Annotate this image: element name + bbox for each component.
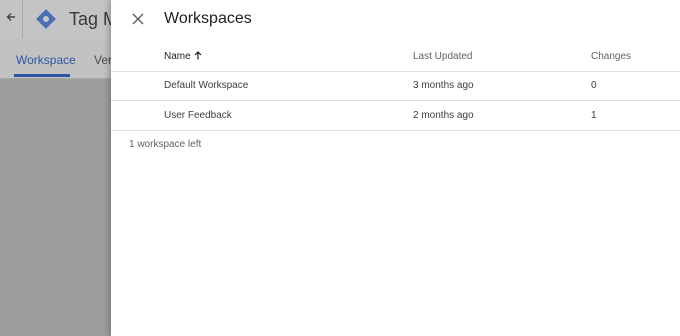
table-header: Name Last Updated Changes xyxy=(111,40,680,72)
panel-title: Workspaces xyxy=(164,10,252,27)
workspace-changes: 0 xyxy=(591,80,597,91)
tab-workspace[interactable]: Workspace xyxy=(16,53,76,67)
workspace-last-updated: 2 months ago xyxy=(413,110,474,121)
workspaces-panel: Workspaces Name Last Updated Changes Def… xyxy=(111,0,680,336)
header-divider xyxy=(22,0,23,38)
tab-active-indicator xyxy=(14,74,70,77)
tab-versions[interactable]: Ver xyxy=(94,53,112,67)
column-header-name-label: Name xyxy=(164,51,191,62)
workspace-name: User Feedback xyxy=(164,110,232,121)
column-header-name[interactable]: Name xyxy=(164,51,202,62)
table-row[interactable]: Default Workspace 3 months ago 0 xyxy=(111,71,680,101)
tag-manager-logo-icon xyxy=(34,7,58,31)
table-row[interactable]: User Feedback 2 months ago 1 xyxy=(111,101,680,131)
workspace-name: Default Workspace xyxy=(164,80,249,91)
arrow-back-icon[interactable] xyxy=(4,10,18,24)
workspace-changes: 1 xyxy=(591,110,597,121)
workspace-last-updated: 3 months ago xyxy=(413,80,474,91)
workspaces-remaining-text: 1 workspace left xyxy=(129,139,202,150)
arrow-up-icon xyxy=(194,51,202,60)
column-header-last-updated[interactable]: Last Updated xyxy=(413,51,473,62)
close-icon[interactable] xyxy=(127,8,149,30)
column-header-changes[interactable]: Changes xyxy=(591,51,631,62)
